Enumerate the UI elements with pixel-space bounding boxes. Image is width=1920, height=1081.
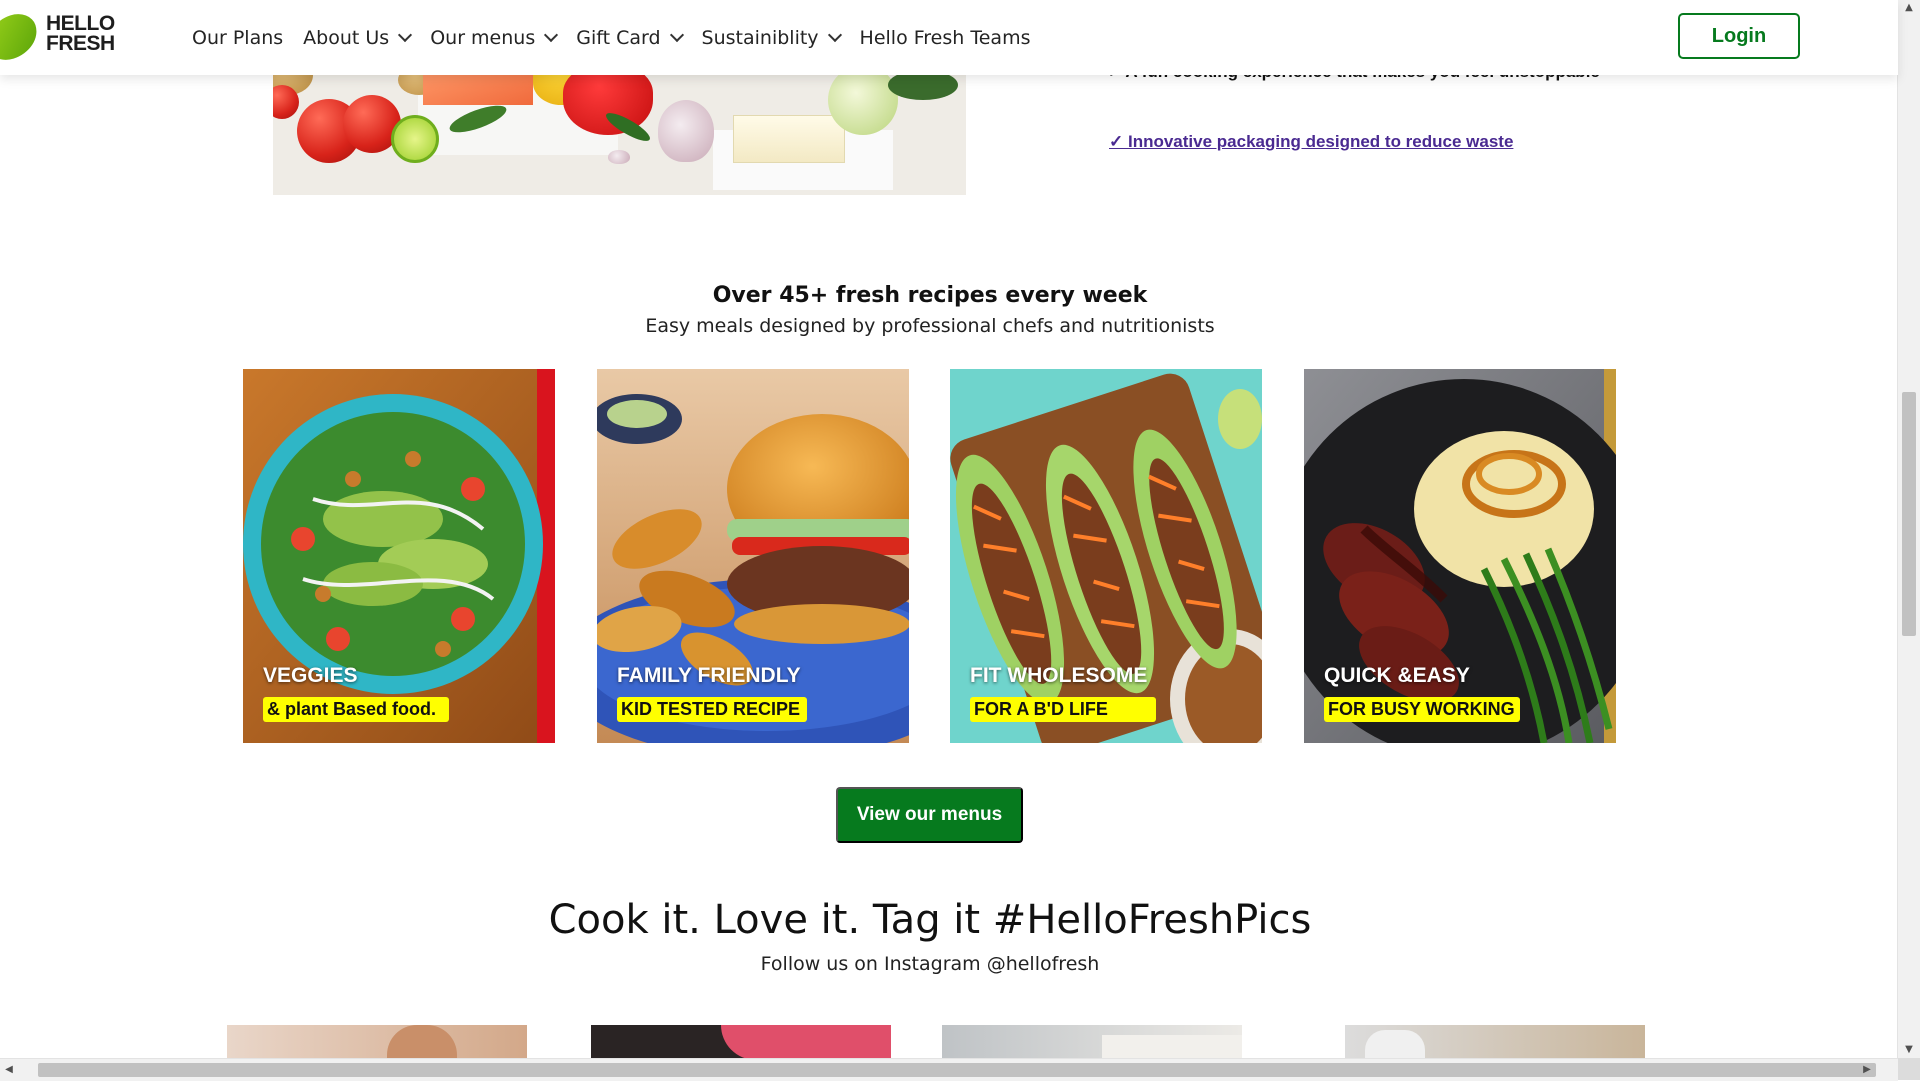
nav-item-hello-fresh-teams[interactable]: Hello Fresh Teams (860, 27, 1031, 49)
nav-item-our-menus[interactable]: Our menus (430, 26, 559, 49)
photo-detail (1365, 1030, 1425, 1060)
instagram-photo[interactable] (227, 1025, 527, 1060)
instagram-subheading: Follow us on Instagram @hellofresh (760, 953, 1100, 975)
cheese-block-shape (733, 115, 845, 163)
nav-item-our-plans[interactable]: Our Plans (192, 27, 283, 49)
hellofresh-logo[interactable]: HELLO FRESH (0, 8, 125, 66)
card-tagline: & plant Based food. (263, 697, 449, 722)
arrow-down-icon[interactable]: ▼ (1898, 1042, 1920, 1058)
packaging-link[interactable]: ✓ Innovative packaging designed to reduc… (1109, 132, 1513, 152)
salmon-fillet-shape (423, 75, 533, 105)
nav-label: Hello Fresh Teams (859, 26, 1031, 49)
logo-wordmark: HELLO FRESH (46, 12, 115, 55)
arrow-up-icon[interactable]: ▲ (1898, 0, 1920, 16)
card-category: FAMILY FRIENDLY (617, 664, 801, 687)
instagram-photo[interactable] (1345, 1025, 1645, 1060)
recipe-card-quick-easy[interactable]: QUICK &EASY FOR BUSY WORKING (1304, 369, 1616, 743)
instagram-heading: Cook it. Love it. Tag it #HelloFreshPics (548, 897, 1312, 943)
scrollbar-corner (1898, 1058, 1920, 1080)
card-tagline: FOR A B'D LIFE (970, 697, 1156, 722)
nav-item-gift-card[interactable]: Gift Card (576, 26, 684, 49)
recipes-subheading: Easy meals designed by professional chef… (645, 315, 1215, 337)
nav-label: Our Plans (192, 26, 284, 49)
login-button[interactable]: Login (1678, 13, 1800, 59)
lime-leaf-icon (0, 8, 44, 66)
photo-detail (721, 1025, 891, 1060)
recipes-heading: Over 45+ fresh recipes every week (712, 283, 1148, 308)
instagram-photo[interactable] (591, 1025, 891, 1060)
site-header: HELLO FRESH Our Plans About Us Our menus… (0, 0, 1898, 75)
chevron-down-icon (827, 27, 842, 42)
card-tagline: FOR BUSY WORKING (1324, 697, 1520, 722)
arrow-left-icon[interactable]: ◀ (0, 1059, 18, 1081)
card-category: FIT WHOLESOME (970, 664, 1148, 687)
recipe-card-fit-wholesome[interactable]: FIT WHOLESOME FOR A B'D LIFE (950, 369, 1262, 743)
vertical-scroll-thumb[interactable] (1902, 392, 1916, 636)
chevron-down-icon (544, 27, 559, 42)
instagram-photo[interactable] (942, 1025, 1242, 1060)
nav-label: Our menus (430, 26, 536, 49)
vertical-scrollbar[interactable]: ▲ ▼ (1897, 0, 1920, 1058)
horizontal-scrollbar[interactable]: ◀ ▶ (0, 1058, 1898, 1081)
photo-detail (1102, 1035, 1242, 1060)
hero-ingredients-image (273, 75, 966, 195)
garlic-clove-shape (608, 150, 630, 164)
nav-label: About Us (303, 26, 390, 49)
recipe-card-family-friendly[interactable]: FAMILY FRIENDLY KID TESTED RECIPE (597, 369, 909, 743)
chevron-down-icon (398, 27, 413, 42)
nav-label: Gift Card (576, 26, 661, 49)
logo-line-fresh: FRESH (46, 32, 115, 55)
photo-detail (387, 1025, 457, 1060)
nav-item-about-us[interactable]: About Us (303, 26, 413, 49)
horizontal-scroll-thumb[interactable] (38, 1063, 1876, 1077)
view-menus-button[interactable]: View our menus (836, 787, 1023, 843)
card-tagline: KID TESTED RECIPE (617, 697, 807, 722)
nav-item-sustainability[interactable]: Sustainiblity (701, 26, 842, 49)
garlic-bulb-shape (658, 100, 714, 162)
arrow-right-icon[interactable]: ▶ (1858, 1059, 1876, 1081)
logo-line-hello: HELLO (46, 12, 115, 35)
lime-slice-shape (391, 115, 439, 163)
recipe-card-veggies[interactable]: VEGGIES & plant Based food. (243, 369, 555, 743)
nav-label: Sustainiblity (701, 26, 819, 49)
main-nav: Our Plans About Us Our menus Gift Card S… (192, 0, 1050, 75)
card-category: QUICK &EASY (1324, 664, 1470, 687)
card-category: VEGGIES (263, 664, 358, 687)
chevron-down-icon (669, 27, 684, 42)
